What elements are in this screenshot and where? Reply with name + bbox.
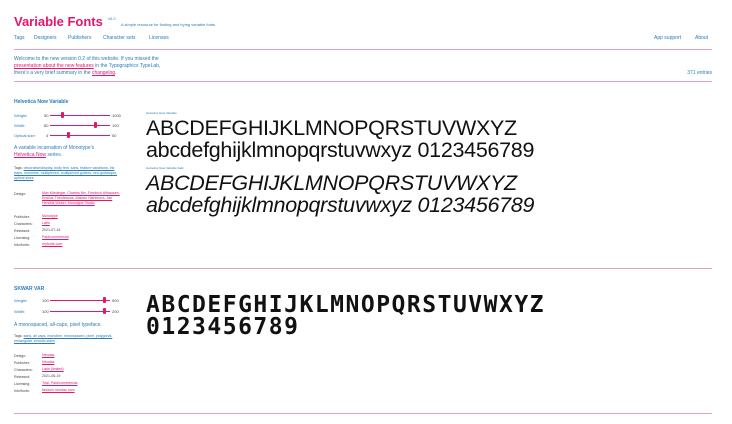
meta-label: Licensing: <box>14 236 31 240</box>
tag-links[interactable]: sans, all caps, monoline, monospaced, pi… <box>14 334 112 343</box>
divider <box>14 49 712 50</box>
axis-min: 80 <box>44 123 49 128</box>
meta-label: Characters: <box>14 368 33 372</box>
meta-released: 2021-06-19 <box>42 374 61 378</box>
meta-released: 2021-07-15 <box>42 228 61 232</box>
meta-publisher[interactable]: Monotype <box>42 214 124 219</box>
axis-label: Optical size: <box>14 133 36 138</box>
welcome-message: Welcome to the new version 0.2 of this w… <box>14 56 234 77</box>
font-sample-regular[interactable]: ABCDEFGHIJKLMNOPQRSTUVWXYZ abcdefghijklm… <box>146 117 712 161</box>
nav-tags[interactable]: Tags <box>14 35 25 41</box>
weight-slider-handle[interactable] <box>60 112 64 118</box>
entries-count: 371 entries <box>687 70 712 76</box>
axis-min: 100 <box>42 309 49 314</box>
meta-label: Publisher: <box>14 215 30 219</box>
site-tagline: A simple resource for finding and trying… <box>121 22 216 27</box>
weight-slider-handle[interactable] <box>102 297 106 303</box>
meta-label: Publisher: <box>14 361 30 365</box>
meta-info-link[interactable]: myfonts.com <box>42 242 124 247</box>
description-text: A variable incarnation of Monotype's <box>14 145 95 151</box>
optical-size-slider-handle[interactable] <box>66 132 70 138</box>
welcome-text: in the Typographics TypeLab, <box>93 63 161 69</box>
axis-max: 100 <box>112 123 119 128</box>
font-description: A monospaced, all-caps, pixel typeface. <box>14 322 102 328</box>
width-slider-handle[interactable] <box>93 122 97 128</box>
axis-min: 50 <box>44 113 49 118</box>
presentation-link[interactable]: presentation about the new features <box>14 63 94 69</box>
width-slider-handle[interactable] <box>102 308 106 314</box>
divider <box>14 413 712 414</box>
axis-max: 900 <box>112 298 119 303</box>
description-text: series. <box>45 152 63 158</box>
meta-licensing[interactable]: Trial, Paid/commercial <box>42 381 124 386</box>
font-sample-pixel[interactable]: ABCDEFGHIJKLMNOPQRSTUVWXYZ 0123456789 <box>146 294 712 339</box>
meta-designers[interactable]: Max Miedinger, Charles Nix, Friedrich Al… <box>42 191 124 206</box>
sample-style-label: Helvetica Now Variable Italic <box>146 166 184 170</box>
axis-min: 100 <box>42 298 49 303</box>
welcome-text: there's a very brief summary in the <box>14 70 92 76</box>
changelog-link[interactable]: changelog <box>92 70 115 76</box>
divider <box>14 268 712 269</box>
tags-label: Tags: <box>14 166 23 170</box>
nav-about[interactable]: About <box>695 35 708 41</box>
axis-label: Weight: <box>14 298 28 303</box>
nav-designers[interactable]: Designers <box>34 35 57 41</box>
welcome-text: Welcome to the new version 0.2 of this w… <box>14 56 159 62</box>
meta-characters[interactable]: Latin <box>42 221 124 226</box>
meta-licensing[interactable]: Paid/commercial <box>42 235 124 240</box>
site-title[interactable]: Variable Fonts <box>14 14 103 29</box>
nav-character-sets[interactable]: Character sets <box>103 35 136 41</box>
meta-label: Design: <box>14 192 27 196</box>
font-tags: Tags: sans, all caps, monoline, monospac… <box>14 334 124 344</box>
meta-info-link[interactable]: fandom.neodaz.com <box>42 388 124 393</box>
optical-size-slider[interactable] <box>50 135 110 136</box>
weight-slider[interactable] <box>50 300 110 301</box>
axis-max: 1000 <box>112 113 121 118</box>
font-name[interactable]: SKWAR VAR <box>14 286 44 292</box>
meta-label: Design: <box>14 354 27 358</box>
divider <box>14 81 712 82</box>
welcome-text: . <box>115 70 117 76</box>
meta-label: Released: <box>14 229 31 233</box>
font-description: A variable incarnation of Monotype's Hel… <box>14 145 124 159</box>
meta-designers[interactable]: Néodaz <box>42 353 124 358</box>
meta-label: Characters: <box>14 222 33 226</box>
font-tags: Tags: decorative/display, body text, san… <box>14 166 124 181</box>
version-label: v0.2 <box>108 16 116 21</box>
nav-publishers[interactable]: Publishers <box>68 35 91 41</box>
nav-app-support[interactable]: App support <box>654 35 681 41</box>
meta-label: Info/fonts: <box>14 389 30 393</box>
axis-label: Weight: <box>14 113 28 118</box>
width-slider[interactable] <box>50 125 110 126</box>
axis-label: Width: <box>14 123 26 128</box>
font-sample-italic[interactable]: ABCDEFGHIJKLMNOPQRSTUVWXYZ abcdefghijklm… <box>146 172 712 216</box>
font-name[interactable]: Helvetica Now Variable <box>14 99 68 105</box>
weight-slider[interactable] <box>50 115 110 116</box>
axis-label: Width: <box>14 309 26 314</box>
sample-style-label: Helvetica Now Variable <box>146 111 177 115</box>
tag-links[interactable]: decorative/display, body text, sans, fea… <box>14 166 117 180</box>
tags-label: Tags: <box>14 334 23 338</box>
axis-max: 50 <box>112 133 117 138</box>
meta-publisher[interactable]: Néodaz <box>42 360 124 365</box>
meta-label: Info/fonts: <box>14 243 30 247</box>
width-slider[interactable] <box>50 311 110 312</box>
axis-min: 4 <box>46 133 49 138</box>
nav-licenses[interactable]: Licenses <box>149 35 169 41</box>
meta-label: Licensing: <box>14 382 31 386</box>
axis-max: 200 <box>112 309 119 314</box>
meta-characters[interactable]: Latin (limited) <box>42 367 124 372</box>
meta-label: Released: <box>14 375 31 379</box>
series-link[interactable]: Helvetica Now <box>14 152 46 158</box>
